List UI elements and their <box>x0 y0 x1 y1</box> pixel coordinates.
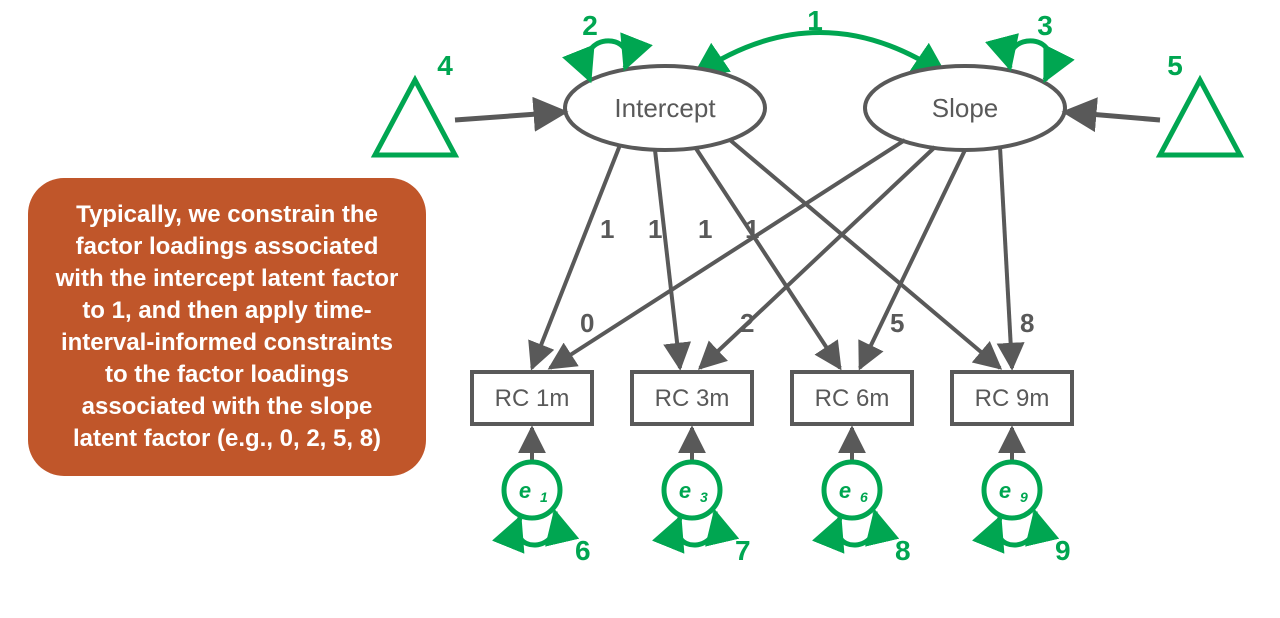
observed-rc9m: RC 9m <box>952 372 1072 424</box>
svg-text:8: 8 <box>895 535 911 566</box>
observed-rc3m: RC 3m <box>632 372 752 424</box>
svg-text:e: e <box>679 478 691 503</box>
covariance-arc <box>695 33 945 76</box>
svg-text:3: 3 <box>700 489 708 505</box>
callout-line-1: Typically, we constrain the <box>76 201 378 228</box>
svg-text:9: 9 <box>1055 535 1071 566</box>
loading-int-4: 1 <box>745 214 759 244</box>
svg-text:RC 1m: RC 1m <box>495 385 570 412</box>
svg-text:1: 1 <box>540 489 548 505</box>
variance-intercept-annot: 2 <box>582 10 598 41</box>
callout-line-6: to the factor loadings <box>105 361 349 388</box>
callout-line-5: interval-informed constraints <box>61 329 393 356</box>
svg-text:e: e <box>999 478 1011 503</box>
triangle-left <box>375 80 455 155</box>
svg-text:7: 7 <box>735 535 751 566</box>
path-slope-rc6 <box>860 150 965 368</box>
svg-text:e: e <box>519 478 531 503</box>
svg-text:RC 6m: RC 6m <box>815 385 890 412</box>
path-int-rc1 <box>532 145 620 368</box>
loading-slope-1: 0 <box>580 308 594 338</box>
loading-int-2: 1 <box>648 214 662 244</box>
callout-line-2: factor loadings associated <box>76 233 379 260</box>
error-e3: e 3 7 <box>664 428 751 566</box>
latent-slope-label: Slope <box>932 93 999 123</box>
callout-line-4: to 1, and then apply time- <box>82 297 371 324</box>
callout-line-8: latent factor (e.g., 0, 2, 5, 8) <box>73 425 381 452</box>
svg-text:6: 6 <box>575 535 591 566</box>
loading-int-3: 1 <box>698 214 712 244</box>
path-slope-rc1 <box>550 140 905 368</box>
variance-slope-annot: 3 <box>1037 10 1053 41</box>
mean-intercept-path <box>455 112 565 120</box>
loading-slope-2: 2 <box>740 308 754 338</box>
loading-int-1: 1 <box>600 214 614 244</box>
svg-text:6: 6 <box>860 489 868 505</box>
latent-intercept-label: Intercept <box>614 93 716 123</box>
error-e6: e 6 8 <box>824 428 911 566</box>
triangle-left-annot: 4 <box>437 50 453 81</box>
triangle-right <box>1160 80 1240 155</box>
svg-text:RC 9m: RC 9m <box>975 385 1050 412</box>
covariance-annot: 1 <box>807 5 823 36</box>
path-int-rc9 <box>730 140 1000 368</box>
path-int-rc3 <box>655 150 680 368</box>
triangle-right-annot: 5 <box>1167 50 1183 81</box>
callout-line-7: associated with the slope <box>82 393 373 420</box>
svg-text:RC 3m: RC 3m <box>655 385 730 412</box>
loading-slope-4: 8 <box>1020 308 1034 338</box>
callout-line-3: with the intercept latent factor <box>55 265 399 292</box>
svg-text:9: 9 <box>1020 489 1028 505</box>
observed-rc1m: RC 1m <box>472 372 592 424</box>
error-e1: e 1 6 <box>504 428 591 566</box>
path-slope-rc9 <box>1000 147 1012 368</box>
mean-slope-path <box>1065 112 1160 120</box>
error-e9: e 9 9 <box>984 428 1071 566</box>
observed-rc6m: RC 6m <box>792 372 912 424</box>
loading-slope-3: 5 <box>890 308 904 338</box>
svg-text:e: e <box>839 478 851 503</box>
